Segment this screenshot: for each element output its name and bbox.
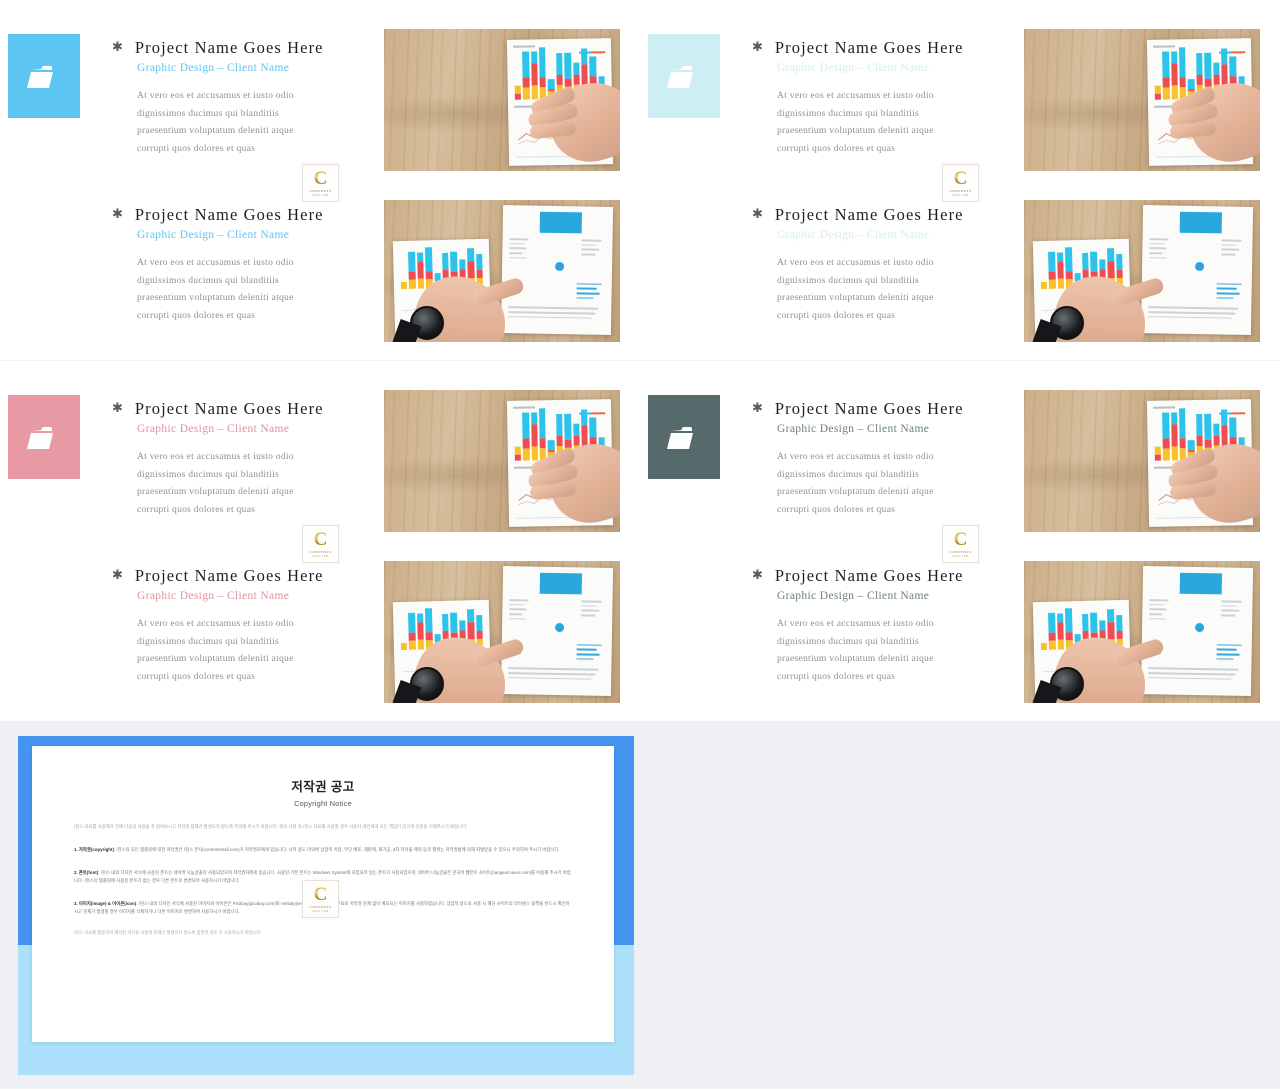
project-subtitle: Graphic Design – Client Name <box>777 62 930 74</box>
logo-name: CONTENTS <box>949 549 972 554</box>
project-photo-chart <box>1024 29 1260 171</box>
project-entry[interactable]: ✱ Project Name Goes Here Graphic Design … <box>112 205 342 325</box>
project-title: Project Name Goes Here <box>774 399 964 418</box>
project-description: At vero eos et accusamus et iusto odio d… <box>777 90 934 155</box>
project-entry[interactable]: ✱ Project Name Goes Here Graphic Design … <box>112 38 342 158</box>
project-subtitle: Graphic Design – Client Name <box>137 229 290 241</box>
slide-thumbnail-blue[interactable]: ✱ Project Name Goes Here Graphic Design … <box>0 0 640 360</box>
open-folder-icon <box>27 62 61 90</box>
folder-icon-tile[interactable] <box>648 395 720 479</box>
folder-icon-tile[interactable] <box>8 34 80 118</box>
project-photo-chart <box>1024 390 1260 532</box>
project-title: Project Name Goes Here <box>774 38 964 57</box>
project-entry[interactable]: ✱ Project Name Goes Here Graphic Design … <box>112 399 342 519</box>
project-title: Project Name Goes Here <box>134 399 324 418</box>
thumbnail-grid: ✱ Project Name Goes Here Graphic Design … <box>0 0 1280 1089</box>
project-subtitle: Graphic Design – Client Name <box>777 229 930 241</box>
star-bullet-icon: ✱ <box>112 39 123 54</box>
resume-sheet <box>1140 566 1254 696</box>
project-entry[interactable]: ✱ Project Name Goes Here Graphic Design … <box>752 205 982 325</box>
project-subtitle: Graphic Design – Client Name <box>137 423 290 435</box>
resume-sheet <box>1140 205 1254 335</box>
project-description: At vero eos et accusamus et iusto odio d… <box>137 257 294 322</box>
logo-sub: MALL.COM <box>312 554 329 558</box>
project-title: Project Name Goes Here <box>774 566 964 585</box>
folder-icon-tile[interactable] <box>8 395 80 479</box>
project-title: Project Name Goes Here <box>774 205 964 224</box>
star-bullet-icon: ✱ <box>112 206 123 221</box>
logo-sub: MALL.COM <box>952 193 969 197</box>
project-subtitle: Graphic Design – Client Name <box>777 590 930 602</box>
logo-name: CONTENTS <box>309 188 332 193</box>
folder-icon-tile[interactable] <box>648 34 720 118</box>
logo-sub: MALL.COM <box>312 193 329 197</box>
open-folder-icon <box>27 423 61 451</box>
section-heading: 2. 폰트(font) <box>74 869 99 875</box>
project-description: At vero eos et accusamus et iusto odio d… <box>777 451 934 516</box>
copyright-title: 저작권 공고 <box>291 780 355 794</box>
project-description: At vero eos et accusamus et iusto odio d… <box>777 618 934 683</box>
project-photo-resume <box>1024 561 1260 703</box>
copyright-intro: /현스 자료를 사용해가 전에 다음의 내용을 꼭 읽어보시고 저작권 침해가 … <box>74 824 468 829</box>
star-bullet-icon: ✱ <box>752 567 763 582</box>
copyright-footer: /현스 자료를 활용하여 제작된 저작물 사용에 문제가 발생되지 않도록 충분… <box>74 929 262 935</box>
project-entry[interactable]: ✱ Project Name Goes Here Graphic Design … <box>752 566 982 686</box>
slide-thumbnail-copyright-notice[interactable]: 저작권 공고 Copyright Notice /현스 자료를 사용해가 전에 … <box>0 728 640 1089</box>
logo-letter: C <box>313 528 328 550</box>
section-heading: 1. 저작권(copyright) <box>74 846 114 852</box>
resume-sheet <box>500 566 614 696</box>
project-title: Project Name Goes Here <box>134 566 324 585</box>
section-heading: 3. 이미지(image) & 아이콘(icon) <box>74 900 137 906</box>
slide-thumbnail-pink[interactable]: ✱ Project Name Goes Here Graphic Design … <box>0 361 640 721</box>
logo-sub: MALL.COM <box>312 909 329 913</box>
star-bullet-icon: ✱ <box>112 567 123 582</box>
logo-name: CONTENTS <box>949 188 972 193</box>
project-photo-chart <box>384 390 620 532</box>
contents-logo-watermark: C CONTENTS MALL.COM <box>302 880 339 918</box>
project-description: At vero eos et accusamus et iusto odio d… <box>137 90 294 155</box>
contents-logo-watermark: C CONTENTS MALL.COM <box>302 525 339 563</box>
project-entry[interactable]: ✱ Project Name Goes Here Graphic Design … <box>752 399 982 519</box>
project-description: At vero eos et accusamus et iusto odio d… <box>777 257 934 322</box>
resume-sheet <box>500 205 614 335</box>
project-entry[interactable]: ✱ Project Name Goes Here Graphic Design … <box>112 566 342 686</box>
star-bullet-icon: ✱ <box>752 39 763 54</box>
copyright-section: 1. 저작권(copyright): /현스의 모든 템플릿에 대한 저작권은 … <box>74 846 572 854</box>
project-photo-resume <box>1024 200 1260 342</box>
logo-name: CONTENTS <box>309 549 332 554</box>
project-subtitle: Graphic Design – Client Name <box>137 62 290 74</box>
project-subtitle: Graphic Design – Client Name <box>777 423 930 435</box>
contents-logo-watermark: C CONTENTS MALL.COM <box>942 164 979 202</box>
logo-letter: C <box>313 883 328 905</box>
logo-sub: MALL.COM <box>952 554 969 558</box>
star-bullet-icon: ✱ <box>112 400 123 415</box>
logo-letter: C <box>953 167 968 189</box>
contents-logo-watermark: C CONTENTS MALL.COM <box>302 164 339 202</box>
slide-thumbnail-pale-cyan[interactable]: ✱ Project Name Goes Here Graphic Design … <box>640 0 1280 360</box>
project-subtitle: Graphic Design – Client Name <box>137 590 290 602</box>
logo-letter: C <box>953 528 968 550</box>
star-bullet-icon: ✱ <box>752 400 763 415</box>
logo-letter: C <box>313 167 328 189</box>
project-description: At vero eos et accusamus et iusto odio d… <box>137 618 294 683</box>
project-photo-resume <box>384 561 620 703</box>
project-description: At vero eos et accusamus et iusto odio d… <box>137 451 294 516</box>
project-entry[interactable]: ✱ Project Name Goes Here Graphic Design … <box>752 38 982 158</box>
open-folder-icon <box>667 62 701 90</box>
copyright-subtitle: Copyright Notice <box>294 799 352 808</box>
logo-name: CONTENTS <box>309 904 332 909</box>
star-bullet-icon: ✱ <box>752 206 763 221</box>
project-photo-resume <box>384 200 620 342</box>
project-photo-chart <box>384 29 620 171</box>
section-text: : /현스의 모든 템플릿에 대한 저작권은 /현스 본사(contentsma… <box>113 846 560 852</box>
contents-logo-watermark: C CONTENTS MALL.COM <box>942 525 979 563</box>
project-title: Project Name Goes Here <box>134 38 324 57</box>
slide-thumbnail-slate[interactable]: ✱ Project Name Goes Here Graphic Design … <box>640 361 1280 721</box>
project-title: Project Name Goes Here <box>134 205 324 224</box>
open-folder-icon <box>667 423 701 451</box>
